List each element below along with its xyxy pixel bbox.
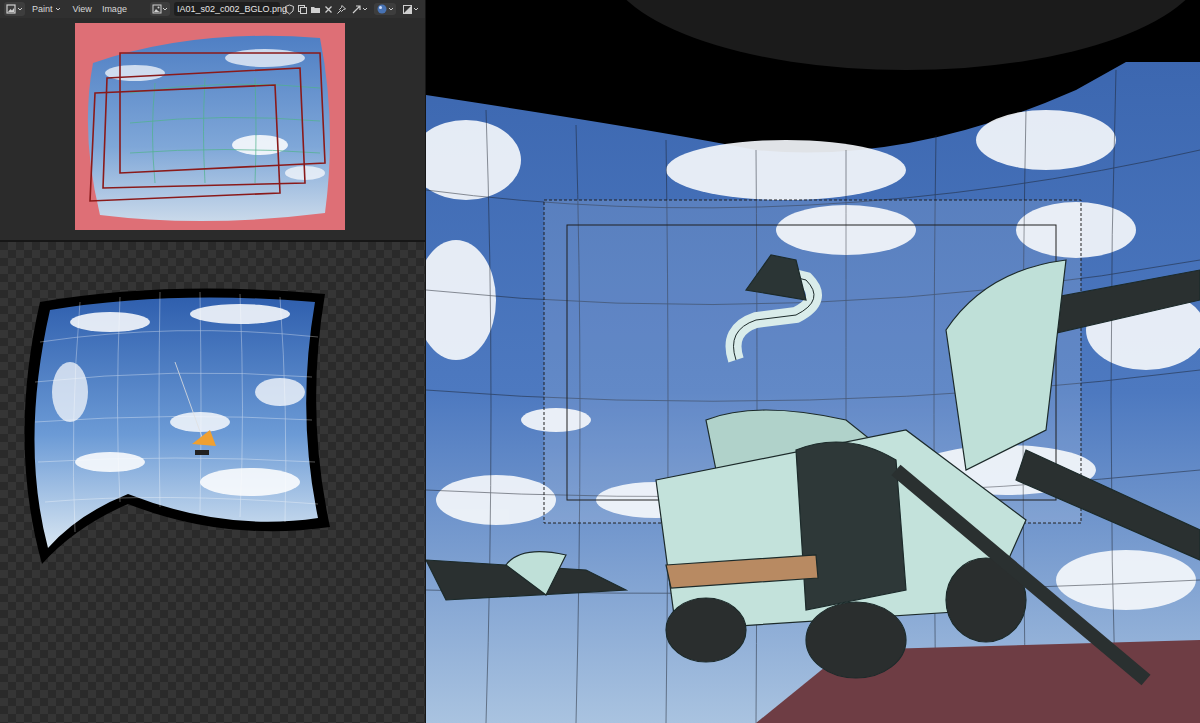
left-column: Paint View Image IA01_s02_c002_BGLO.png (0, 0, 425, 723)
arrows-icon (351, 4, 362, 15)
gizmo-toggle[interactable] (351, 4, 368, 15)
chevron-icon (362, 6, 368, 12)
chevron-icon (162, 6, 168, 12)
viewport-scene (426, 0, 1200, 723)
open-folder-icon[interactable] (310, 4, 321, 15)
chevron-icon (55, 6, 61, 12)
fisheye-preview[interactable] (0, 242, 425, 723)
display-channels-toggle[interactable] (402, 4, 419, 15)
image-icon (152, 4, 162, 14)
overlay-toggle[interactable] (374, 3, 396, 15)
image-actions (284, 4, 347, 15)
image-browse-button[interactable] (150, 2, 170, 16)
close-icon[interactable] (323, 4, 334, 15)
chevron-icon (413, 6, 419, 12)
texture-image (75, 23, 345, 230)
menu-item[interactable]: Image (100, 3, 129, 15)
fake-user-shield-icon[interactable] (284, 4, 295, 15)
vehicle-model (426, 255, 1200, 680)
image-editor-icon (6, 4, 16, 14)
image-name-field[interactable]: IA01_s02_c002_BGLO.png (174, 2, 280, 16)
duplicate-icon[interactable] (297, 4, 308, 15)
3d-viewport[interactable] (426, 0, 1200, 723)
chevron-icon (388, 6, 394, 12)
channels-icon (402, 4, 413, 15)
image-name: IA01_s02_c002_BGLO.png (177, 3, 287, 15)
chevron-icon (17, 6, 23, 12)
image-editor-canvas[interactable] (0, 18, 425, 240)
image-editor-header: Paint View Image IA01_s02_c002_BGLO.png (0, 0, 425, 18)
mode-label: Paint (32, 3, 53, 15)
blender-window: Paint View Image IA01_s02_c002_BGLO.png (0, 0, 1200, 723)
menu-item[interactable]: View (71, 3, 94, 15)
mode-dropdown[interactable]: Paint (29, 3, 64, 15)
fisheye-render (0, 242, 425, 723)
editor-type-button[interactable] (4, 2, 25, 16)
header-right-tools (351, 3, 421, 15)
menu-bar: View Image (68, 3, 132, 15)
overlay-sphere-icon (376, 3, 388, 15)
pin-icon[interactable] (336, 4, 347, 15)
